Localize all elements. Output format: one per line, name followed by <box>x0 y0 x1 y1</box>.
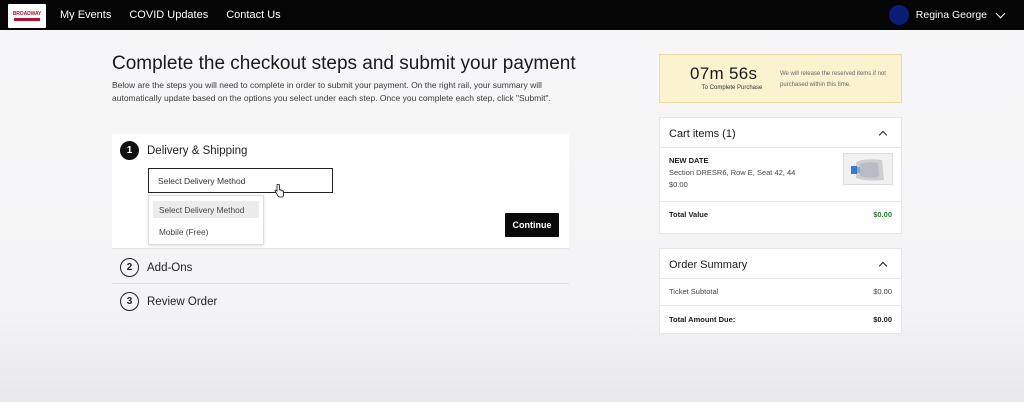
option-select-delivery-method[interactable]: Select Delivery Method <box>153 201 259 218</box>
divider <box>660 201 901 202</box>
step-number-3: 3 <box>120 292 139 311</box>
divider <box>112 248 569 249</box>
chevron-up-icon[interactable] <box>878 130 888 140</box>
continue-button[interactable]: Continue <box>505 213 559 237</box>
broadway-logo[interactable]: BROADWAY <box>8 4 46 28</box>
user-name: Regina George <box>915 9 987 21</box>
order-summary-card: Order Summary Ticket Subtotal $0.00 Tota… <box>659 248 902 334</box>
divider <box>660 147 901 148</box>
delivery-method-select[interactable]: Select Delivery Method <box>148 168 333 193</box>
timer-note: We will release the reserved items if no… <box>780 71 886 88</box>
delivery-method-dropdown: Select Delivery Method Mobile (Free) <box>148 195 264 245</box>
logo-text: BROADWAY <box>12 11 42 17</box>
cart-items-card: Cart items (1) NEW DATE Section DRESR6, … <box>659 117 902 234</box>
step-review-order[interactable]: 3 Review Order <box>120 292 217 311</box>
option-mobile-free[interactable]: Mobile (Free) <box>153 223 259 240</box>
step-add-ons[interactable]: 2 Add-Ons <box>120 258 192 277</box>
chevron-down-icon <box>995 8 1006 18</box>
page-title: Complete the checkout steps and submit y… <box>112 53 576 74</box>
nav-link-contact-us[interactable]: Contact Us <box>226 9 280 21</box>
nav-links: My Events COVID Updates Contact Us <box>60 0 281 30</box>
divider <box>660 278 901 279</box>
step-label-delivery: Delivery & Shipping <box>147 144 248 157</box>
ticket-subtotal-value: $0.00 <box>873 287 892 296</box>
divider <box>112 283 569 284</box>
cart-total-label: Total Value <box>669 210 709 219</box>
step-label-add-ons: Add-Ons <box>147 261 193 274</box>
total-amount-due-value: $0.00 <box>873 315 892 324</box>
timer-caption: To Complete Purchase <box>701 85 763 91</box>
user-menu[interactable]: Regina George <box>888 5 1006 25</box>
logo-underline <box>14 18 40 21</box>
cart-items-heading: Cart items (1) <box>669 128 736 140</box>
intro-text: Below are the steps you will need to com… <box>112 80 551 103</box>
nav-link-covid-updates[interactable]: COVID Updates <box>129 9 208 21</box>
chevron-up-icon[interactable] <box>878 261 888 271</box>
step-number-1: 1 <box>120 141 139 160</box>
nav-link-my-events[interactable]: My Events <box>60 9 111 21</box>
divider <box>660 305 901 306</box>
reservation-timer: 07m 56s To Complete Purchase We will rel… <box>659 54 902 103</box>
step-label-review: Review Order <box>147 295 218 308</box>
order-summary-heading: Order Summary <box>669 259 748 271</box>
cart-item-detail: Section DRESR6, Row E, Seat 42, 44 <box>669 168 796 177</box>
seat-map-image <box>844 154 892 184</box>
step-delivery-shipping[interactable]: 1 Delivery & Shipping <box>120 141 247 160</box>
top-nav-bar: BROADWAY My Events COVID Updates Contact… <box>0 0 1024 30</box>
cart-total-value: $0.00 <box>873 210 892 219</box>
cart-item-name: NEW DATE <box>669 156 709 165</box>
total-amount-due-label: Total Amount Due: <box>669 315 736 324</box>
hand-cursor-icon <box>274 184 284 198</box>
timer-countdown: 07m 56s <box>690 64 758 83</box>
step-number-2: 2 <box>120 258 139 277</box>
avatar <box>888 5 909 25</box>
seat-map-thumbnail <box>843 153 893 185</box>
cart-item-price: $0.00 <box>669 180 688 189</box>
ticket-subtotal-label: Ticket Subtotal <box>669 287 719 296</box>
